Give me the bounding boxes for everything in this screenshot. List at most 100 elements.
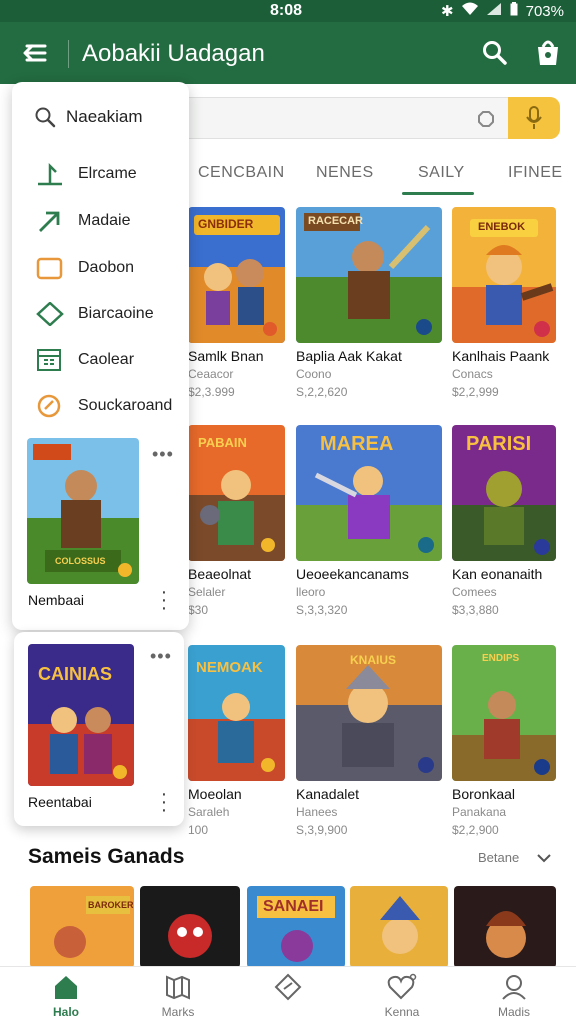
drawer-item-label: Daobon: [78, 259, 135, 276]
drawer-item-label: Caolear: [78, 351, 135, 368]
game-title: Moeolan: [188, 786, 242, 802]
game-banner: NEMOAK: [196, 659, 263, 676]
nav-label: Madis: [497, 1005, 530, 1019]
game-thumbnail: MAREA: [296, 425, 442, 561]
search-icon: [483, 41, 507, 65]
game-subtitle: Selaler: [188, 585, 226, 599]
game-title: Ueoeekancanams: [296, 566, 409, 582]
nav-home[interactable]: Halo: [26, 973, 106, 1019]
overflow-menu-icon[interactable]: · · ·: [160, 784, 168, 820]
status-icons: ✱ 703%: [441, 2, 564, 20]
game-banner: PARISI: [466, 433, 532, 455]
featured-card-title: Reentabai: [28, 794, 92, 810]
more-options-icon[interactable]: •••: [150, 646, 172, 667]
arrow-up-right-icon: [39, 211, 60, 232]
microphone-icon: [526, 106, 542, 129]
tab-nenes[interactable]: NENES: [316, 164, 374, 182]
game-banner: PABAIN: [198, 435, 247, 450]
strip-banner: BAROKER: [88, 900, 134, 910]
nav-kenna[interactable]: Kenna: [362, 973, 442, 1019]
game-thumbnail: GNBIDER: [188, 207, 285, 343]
drawer-item-madaie[interactable]: Madaie: [36, 209, 130, 233]
strip-thumbnail[interactable]: BAROKER: [30, 886, 134, 968]
search-icon: [35, 107, 56, 128]
drawer-item-label: Biarcaoine: [78, 305, 154, 322]
drawer-item-biarcaoine[interactable]: Biarcaoine: [36, 302, 154, 326]
game-banner: MAREA: [320, 433, 394, 455]
bluetooth-icon: ✱: [441, 3, 454, 20]
drawer-item-elrcame[interactable]: Elrcame: [36, 162, 137, 186]
voice-search-button[interactable]: [508, 97, 560, 139]
game-thumbnail: ENDIPS: [452, 645, 556, 781]
game-price: $3,3,880: [452, 603, 499, 617]
game-price: $30: [188, 603, 209, 617]
drawer-card-badge: COLOSSUS: [55, 556, 106, 566]
search-input[interactable]: [180, 97, 560, 139]
game-subtitle: Coono: [296, 367, 332, 381]
game-title: Beaeolnat: [188, 566, 252, 582]
game-thumbnail: PABAIN: [188, 425, 285, 561]
search-button[interactable]: [478, 36, 512, 70]
battery-percent: 703%: [525, 2, 564, 20]
featured-card-banner: CAINIAS: [38, 664, 113, 684]
signal-icon: [486, 2, 502, 20]
folder-icon: [36, 257, 63, 280]
game-banner: RACECAR: [308, 215, 363, 227]
featured-card-thumbnail: CAINIAS: [28, 644, 134, 786]
game-title: Boronkaal: [452, 786, 516, 802]
strip-thumbnail[interactable]: [454, 886, 556, 968]
game-subtitle: Saraleh: [188, 805, 230, 819]
tag-icon: [36, 302, 64, 326]
shopping-bag-button[interactable]: [532, 34, 564, 70]
app-bar-divider: [68, 40, 69, 68]
featured-card[interactable]: CAINIAS ••• Reentabai · · ·: [14, 632, 184, 826]
nav-tag[interactable]: [248, 973, 328, 1005]
calendar-icon: [37, 349, 61, 371]
app-bar: Aobakii Uadagan: [0, 22, 576, 84]
nav-marks[interactable]: Marks: [138, 973, 218, 1019]
game-thumbnail: KNAIUS: [296, 645, 442, 781]
game-price: $2,2,999: [452, 385, 499, 399]
shopping-bag-icon: [538, 40, 558, 65]
section-more-button[interactable]: Betane: [478, 850, 551, 865]
drawer-item-caolear[interactable]: Caolear: [36, 348, 134, 372]
drawer-item-daobon[interactable]: Daobon: [36, 256, 134, 280]
strip-thumbnail[interactable]: [140, 886, 240, 968]
drawer-search[interactable]: Naeakiam: [34, 106, 143, 128]
nav-label: Kenna: [384, 1005, 420, 1019]
tab-ifinee[interactable]: IFINEE: [508, 164, 563, 182]
navigation-drawer: Naeakiam Elrcame Madaie Daobon Biarcaoin…: [12, 82, 189, 630]
drawer-item-souckaroand[interactable]: Souckaroand: [36, 394, 172, 418]
tab-saily[interactable]: SAILY: [418, 164, 465, 182]
trend-icon: [38, 162, 62, 186]
drawer-card-thumbnail[interactable]: COLOSSUS: [27, 438, 139, 584]
nav-label: Halo: [52, 1005, 79, 1019]
tag-icon: [274, 973, 302, 1001]
nav-label: Marks: [161, 1005, 195, 1019]
section-title: Sameis Ganads: [28, 845, 185, 868]
tab-cencbain[interactable]: CENCBAIN: [198, 164, 285, 182]
nav-madis[interactable]: Madis: [474, 973, 554, 1019]
lens-icon[interactable]: [473, 106, 499, 132]
strip-thumbnail[interactable]: SANAEI: [247, 886, 345, 968]
strip-thumbnail[interactable]: [350, 886, 448, 968]
more-options-icon[interactable]: •••: [152, 444, 174, 465]
game-banner: GNBIDER: [198, 217, 254, 231]
game-price: S,2,2,620: [296, 385, 348, 399]
app-title: Aobakii Uadagan: [82, 40, 265, 67]
category-tabs: CENCBAIN NENES SAILY IFINEE: [190, 158, 576, 198]
strip-banner: SANAEI: [263, 898, 324, 915]
profile-icon: [502, 975, 526, 1000]
home-icon: [55, 976, 77, 999]
game-subtitle: Ceaacor: [188, 367, 234, 381]
game-thumbnail: NEMOAK: [188, 645, 285, 781]
drawer-item-label: Elrcame: [78, 165, 137, 182]
drawer-card-title: Nembaai: [28, 592, 85, 608]
game-price: 100: [188, 823, 209, 837]
game-price: S,3,3,320: [296, 603, 348, 617]
game-thumbnail: ENEBOK: [452, 207, 556, 343]
menu-icon: [23, 44, 47, 62]
overflow-menu-icon[interactable]: · · ·: [160, 582, 168, 618]
game-banner: ENEBOK: [478, 221, 526, 233]
menu-button[interactable]: [18, 36, 52, 70]
